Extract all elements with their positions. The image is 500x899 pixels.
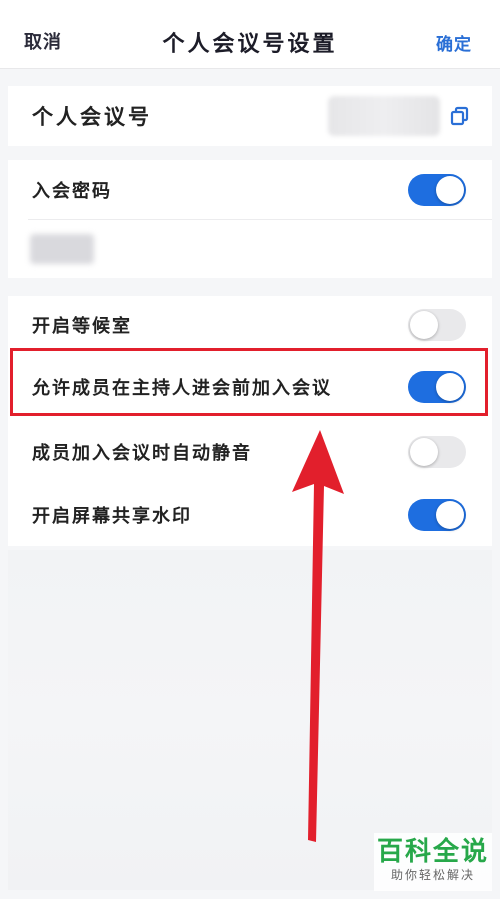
- password-row: 入会密码: [8, 160, 492, 220]
- waiting-room-label: 开启等候室: [32, 316, 132, 337]
- toggle-knob: [410, 438, 438, 466]
- toggle-knob: [410, 311, 438, 339]
- share-watermark-label: 开启屏幕共享水印: [32, 506, 192, 527]
- auto-mute-label: 成员加入会议时自动静音: [32, 443, 252, 464]
- settings-row-join-before-host: 允许成员在主持人进会前加入会议: [8, 354, 492, 420]
- copy-icon[interactable]: [450, 106, 470, 126]
- join-before-host-toggle[interactable]: [408, 371, 466, 403]
- password-label: 入会密码: [32, 181, 112, 202]
- toggle-knob: [436, 373, 464, 401]
- nav-header: 取消 个人会议号设置 确定: [0, 0, 500, 69]
- meeting-settings-page: 取消 个人会议号设置 确定 个人会议号 入会密码 开启等候室 允许成员在主持人进…: [0, 0, 500, 899]
- toggle-knob: [436, 176, 464, 204]
- watermark-title: 百科全说: [376, 837, 489, 867]
- meeting-number-label: 个人会议号: [32, 105, 152, 129]
- settings-row-auto-mute: 成员加入会议时自动静音: [8, 420, 492, 484]
- meeting-number-section: 个人会议号: [8, 86, 492, 146]
- join-before-host-label: 允许成员在主持人进会前加入会议: [32, 378, 332, 399]
- password-toggle[interactable]: [408, 174, 466, 206]
- settings-row-waiting-room: 开启等候室: [8, 296, 492, 354]
- waiting-room-toggle[interactable]: [408, 309, 466, 341]
- meeting-number-value-blurred: [328, 96, 440, 136]
- password-value-blurred: [30, 234, 94, 264]
- password-section: 入会密码: [8, 160, 492, 278]
- settings-row-share-watermark: 开启屏幕共享水印: [8, 484, 492, 546]
- password-value-row[interactable]: [8, 220, 492, 278]
- confirm-button[interactable]: 确定: [436, 30, 472, 55]
- meeting-number-row: 个人会议号: [8, 86, 492, 146]
- meeting-options-section: 开启等候室 允许成员在主持人进会前加入会议 成员加入会议时自动静音 开启屏幕共享…: [8, 296, 492, 546]
- watermark-subtitle: 助你轻松解决: [390, 868, 475, 882]
- watermark-logo: 百科全说 助你轻松解决: [374, 833, 492, 891]
- auto-mute-toggle[interactable]: [408, 436, 466, 468]
- share-watermark-toggle[interactable]: [408, 499, 466, 531]
- page-title: 个人会议号设置: [162, 32, 338, 57]
- toggle-knob: [436, 501, 464, 529]
